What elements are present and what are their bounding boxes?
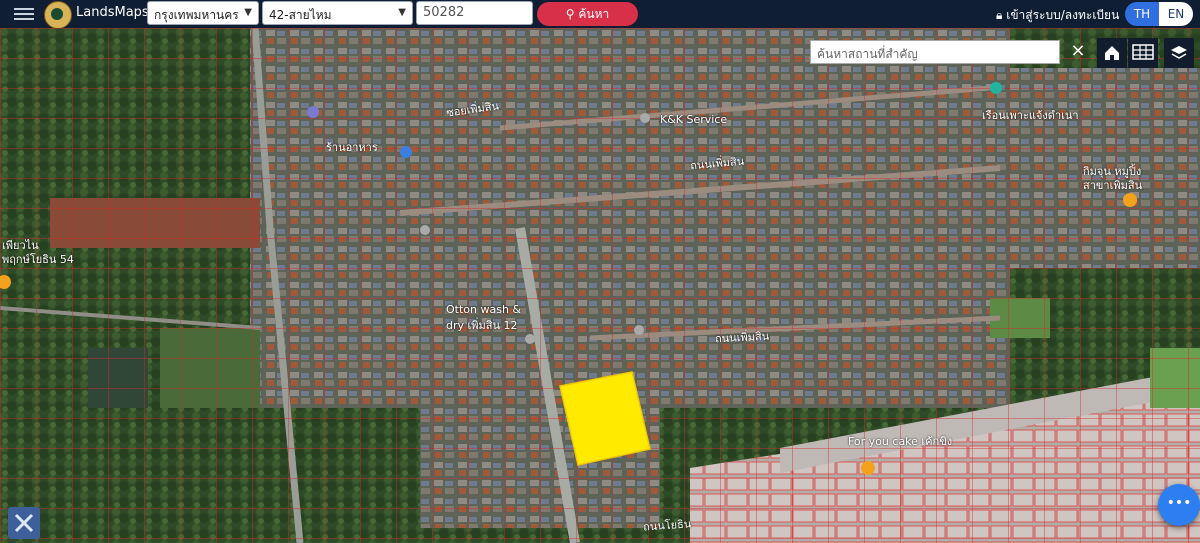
brand-name: LandsMaps <box>76 5 149 20</box>
layers-button[interactable] <box>1164 38 1194 68</box>
district-value: 42-สายไหม <box>269 8 332 22</box>
map-label: ร้านอาหาร <box>326 141 378 154</box>
poi-pin <box>990 82 1002 94</box>
lang-th-button[interactable]: TH <box>1125 2 1159 26</box>
poi-pin <box>861 461 875 475</box>
map-label: For you cake เค้กขิง <box>848 435 953 448</box>
dots-icon: ••• <box>1166 495 1192 511</box>
poi-pin <box>1123 193 1137 207</box>
poi-pin <box>420 225 430 235</box>
layers-icon <box>1171 46 1187 59</box>
map-label: เรือนเพาะแจ้งดำเนา <box>982 109 1079 122</box>
grid-button[interactable] <box>1128 38 1158 68</box>
poi-pin <box>307 106 319 118</box>
clear-search-button[interactable]: × <box>1066 40 1090 64</box>
road-label: ถนนเพิ่มสิน <box>714 329 770 346</box>
lock-icon: 🔒︎ <box>996 8 1003 22</box>
map-label: พฤกษ์โยธิน 54 <box>2 253 74 266</box>
login-link[interactable]: 🔒︎ เข้าสู่ระบบ/ลงทะเบียน <box>996 6 1119 25</box>
map-label: Otton wash & <box>446 303 521 316</box>
satellite-map[interactable]: K&K Service Otton wash & dry เพิ่มสิน 12… <box>0 28 1200 543</box>
poi-pin <box>400 146 412 158</box>
menu-icon[interactable] <box>14 5 34 23</box>
home-button[interactable] <box>1097 38 1127 68</box>
home-icon <box>1105 46 1119 60</box>
top-navigation-bar: LandsMaps กรุงเทพมหานคร ▼ 42-สายไหม ▼ 50… <box>0 0 1200 29</box>
landsmaps-logo <box>44 1 72 29</box>
tools-button[interactable] <box>8 507 40 539</box>
poi-pin <box>634 325 644 335</box>
login-label: เข้าสู่ระบบ/ลงทะเบียน <box>1006 8 1120 22</box>
search-button[interactable]: ⚲ ค้นหา <box>537 2 638 26</box>
wrench-icon <box>14 513 34 533</box>
grid-table-icon <box>1132 44 1154 60</box>
search-button-label: ค้นหา <box>578 7 610 21</box>
parcel-number-input[interactable]: 50282 <box>416 1 533 25</box>
lang-en-button[interactable]: EN <box>1159 2 1193 26</box>
search-icon: ⚲ <box>565 7 575 21</box>
map-label: K&K Service <box>660 113 728 126</box>
road-label: ถนนโยธิน <box>642 517 692 534</box>
place-search-input[interactable]: ค้นหาสถานที่สำคัญ <box>810 40 1060 64</box>
poi-pin <box>640 113 650 123</box>
map-label: สาขาเพิ่มสิน <box>1083 179 1143 192</box>
chevron-down-icon: ▼ <box>398 7 406 18</box>
more-options-button[interactable]: ••• <box>1158 484 1200 526</box>
district-select[interactable]: 42-สายไหม ▼ <box>262 1 413 25</box>
poi-pin <box>525 334 535 344</box>
chevron-down-icon: ▼ <box>244 7 252 18</box>
province-select[interactable]: กรุงเทพมหานคร ▼ <box>147 1 259 25</box>
province-value: กรุงเทพมหานคร <box>154 8 239 22</box>
map-label: dry เพิ่มสิน 12 <box>446 319 518 332</box>
